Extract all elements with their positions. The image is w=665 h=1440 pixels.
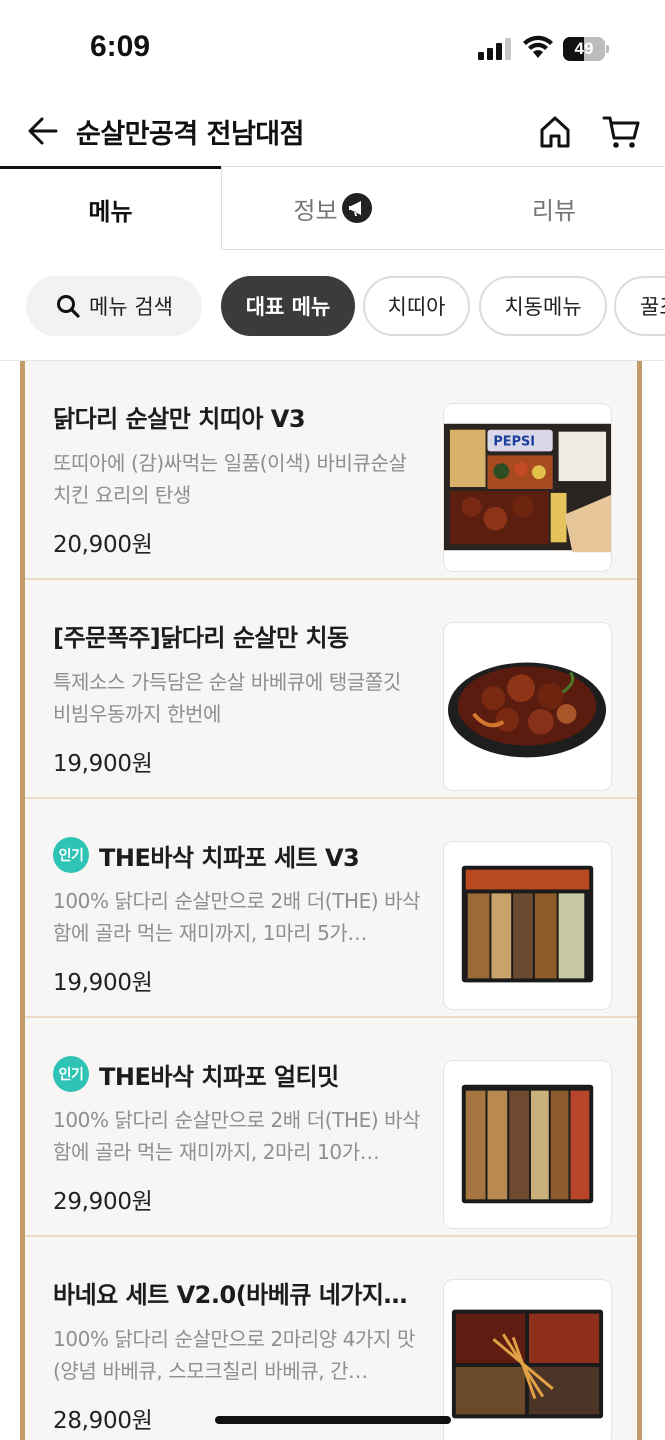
- battery-icon: 49: [563, 37, 609, 61]
- battery-percent: 49: [574, 39, 594, 58]
- menu-item-name-text: THE바삭 치파포 세트 V3: [99, 843, 360, 872]
- menu-item-price: 29,900원: [53, 1189, 153, 1215]
- menu-item-name: 닭다리 순살만 치띠아 V3: [53, 399, 421, 434]
- back-arrow-icon[interactable]: [26, 114, 60, 148]
- popular-badge: 인기: [53, 1056, 89, 1092]
- menu-list: 닭다리 순살만 치띠아 V3 또띠아에 (감)싸먹는 일품(이색) 바비큐순살 …: [20, 361, 642, 1440]
- menu-item-photo[interactable]: [443, 1279, 612, 1440]
- chip-honey-combo[interactable]: 꿀조: [614, 276, 665, 336]
- cellular-signal-icon: [478, 38, 512, 60]
- svg-text:PEPSI: PEPSI: [493, 435, 535, 450]
- menu-item-name-text: THE바삭 치파포 얼티밋: [99, 1062, 339, 1091]
- menu-item-photo[interactable]: [443, 841, 612, 1010]
- menu-item-description: 100% 닭다리 순살만으로 2배 더(THE) 바삭함에 골라 먹는 재미까지…: [53, 1108, 421, 1164]
- menu-item-description: 100% 닭다리 순살만으로 2배 더(THE) 바삭함에 골라 먹는 재미까지…: [53, 889, 421, 945]
- tab-info[interactable]: 정보: [221, 166, 443, 250]
- home-indicator: [215, 1416, 451, 1424]
- cart-icon[interactable]: [602, 114, 642, 150]
- menu-item-description: 특제소스 가득담은 순살 바베큐에 탱글쫄깃 비빔우동까지 한번에: [53, 670, 401, 726]
- chip-featured-menu[interactable]: 대표 메뉴: [221, 276, 355, 336]
- status-bar: 6:09 49: [0, 0, 665, 100]
- menu-search-button[interactable]: 메뉴 검색: [26, 276, 202, 336]
- menu-item-name-text: 닭다리 순살만 치띠아 V3: [53, 405, 306, 433]
- menu-item[interactable]: 바네요 세트 V2.0(바베큐 네가지… 100% 닭다리 순살만으로 2마리양…: [25, 1237, 637, 1440]
- chip-chidong-menu[interactable]: 치동메뉴: [479, 276, 607, 336]
- tab-bar: 메뉴 정보 리뷰: [0, 166, 665, 250]
- menu-item-photo[interactable]: [443, 622, 612, 791]
- wifi-icon: [523, 35, 553, 58]
- menu-item-name: 인기 THE바삭 치파포 얼티밋: [53, 1056, 421, 1092]
- tab-label: 정보: [293, 196, 338, 225]
- megaphone-badge-icon: [341, 193, 372, 223]
- tab-label: 메뉴: [88, 198, 133, 226]
- menu-item-name-text: [주문폭주]닭다리 순살만 치동: [53, 624, 349, 652]
- menu-item-name: [주문폭주]닭다리 순살만 치동: [53, 618, 421, 653]
- store-title: 순살만공격 전남대점: [76, 119, 304, 150]
- tab-menu[interactable]: 메뉴: [0, 166, 221, 250]
- store-header: 순살만공격 전남대점: [0, 100, 665, 166]
- search-label: 메뉴 검색: [89, 295, 173, 319]
- menu-item-price: 19,900원: [53, 970, 153, 996]
- menu-item[interactable]: 인기 THE바삭 치파포 세트 V3 100% 닭다리 순살만으로 2배 더(T…: [25, 799, 637, 1018]
- tab-label: 리뷰: [531, 196, 577, 225]
- category-chips: 메뉴 검색 대표 메뉴 치띠아 치동메뉴 꿀조: [0, 276, 665, 338]
- menu-item-photo[interactable]: PEPSI: [443, 403, 612, 572]
- menu-item-price: 28,900원: [53, 1408, 153, 1434]
- menu-item-name: 인기 THE바삭 치파포 세트 V3: [53, 837, 421, 873]
- chip-chittia[interactable]: 치띠아: [363, 276, 470, 336]
- menu-item-name-text: 바네요 세트 V2.0(바베큐 네가지…: [53, 1281, 408, 1309]
- search-icon: [57, 295, 80, 318]
- menu-item-name: 바네요 세트 V2.0(바베큐 네가지…: [53, 1275, 421, 1310]
- menu-item-description: 100% 닭다리 순살만으로 2마리양 4가지 맛(양념 바베큐, 스모크칠리 …: [53, 1327, 416, 1383]
- menu-item[interactable]: 인기 THE바삭 치파포 얼티밋 100% 닭다리 순살만으로 2배 더(THE…: [25, 1018, 637, 1237]
- status-time: 6:09: [90, 30, 151, 63]
- menu-item-description: 또띠아에 (감)싸먹는 일품(이색) 바비큐순살 치킨 요리의 탄생: [53, 451, 407, 507]
- home-icon[interactable]: [537, 114, 573, 150]
- popular-badge: 인기: [53, 837, 89, 873]
- menu-item-price: 19,900원: [53, 751, 153, 777]
- menu-item[interactable]: 닭다리 순살만 치띠아 V3 또띠아에 (감)싸먹는 일품(이색) 바비큐순살 …: [25, 361, 637, 580]
- menu-item-photo[interactable]: [443, 1060, 612, 1229]
- menu-item[interactable]: [주문폭주]닭다리 순살만 치동 특제소스 가득담은 순살 바베큐에 탱글쫄깃 …: [25, 580, 637, 799]
- menu-item-price: 20,900원: [53, 532, 153, 558]
- tab-review[interactable]: 리뷰: [443, 166, 665, 250]
